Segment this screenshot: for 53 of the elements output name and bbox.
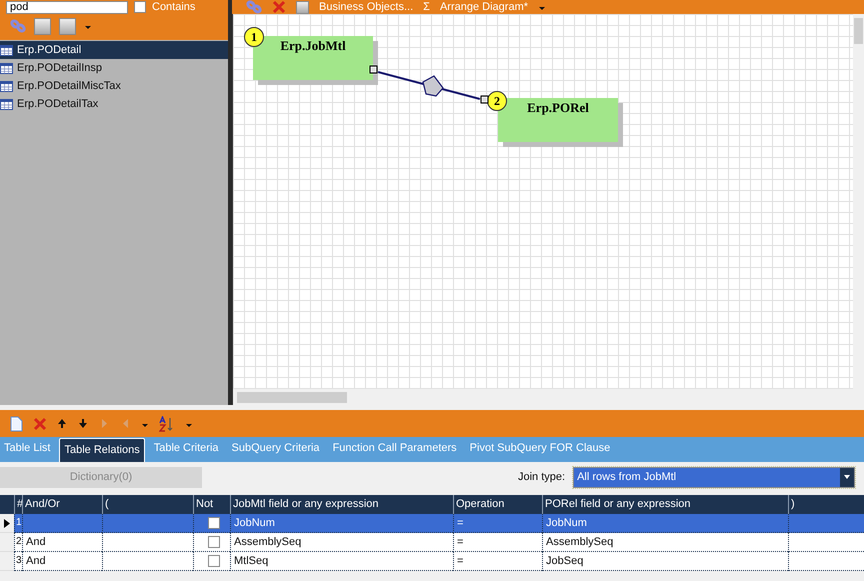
node-title: Erp.JobMtl [280,38,346,54]
table-list-item[interactable]: Erp.PODetailTax [0,95,228,113]
table-cell: JobNum [230,514,453,533]
toolbar-square-icon[interactable] [59,18,76,34]
row-number: 1 [14,514,22,533]
grid-row[interactable]: 1 JobNum = JobNum [0,514,864,533]
table-icon [0,62,13,74]
caret-icon[interactable] [843,474,852,480]
anchor-handle[interactable] [480,96,488,104]
table-list-item[interactable]: Erp.PODetail [0,41,228,59]
number-badge: 2 [487,91,507,111]
contains-checkbox[interactable] [134,1,146,13]
not-checkbox[interactable] [208,536,220,548]
not-checkbox[interactable] [208,555,220,567]
search-field[interactable]: pod [6,0,128,14]
delete-icon[interactable] [272,0,286,14]
join-type-dropdown[interactable]: All rows from JobMtl [573,466,856,488]
toolbar-square-icon[interactable] [34,18,51,34]
node-title: Erp.PORel [527,100,589,116]
arrow-down-icon[interactable] [78,418,89,429]
sort-icon[interactable] [159,416,175,432]
table-icon [0,44,13,56]
table-cell: And [22,533,102,552]
toolbar-square-icon[interactable] [296,0,309,14]
not-checkbox[interactable] [208,517,220,529]
table-icon [0,98,13,110]
table-icon [0,80,13,92]
arrow-up-icon[interactable] [57,418,68,429]
table-cell: = [453,552,542,571]
table-cell: JobNum [542,514,788,533]
table-cell: MtlSeq [230,552,453,571]
number-badge: 1 [244,27,264,47]
table-cell: = [453,514,542,533]
grid-row[interactable]: 3 And MtlSeq = JobSeq [0,552,864,571]
new-document-icon[interactable] [10,416,23,432]
table-cell: AssemblySeq [542,533,788,552]
table-cell: = [453,533,542,552]
table-list-item[interactable]: Erp.PODetailMiscTax [0,77,228,95]
row-number: 3 [14,552,22,571]
anchor-handle[interactable] [370,66,378,74]
join-type-label: Join type: [518,471,566,483]
grid-row[interactable]: 2 And AssemblySeq = AssemblySeq [0,533,864,552]
delete-icon[interactable] [33,416,47,430]
row-number: 2 [14,533,22,552]
join-diamond-icon[interactable] [422,75,444,97]
contains-label: Contains [152,1,196,13]
table-list-item[interactable]: Erp.PODetailInsp [0,59,228,77]
row-pointer-icon [4,518,10,528]
table-cell: AssemblySeq [230,533,453,552]
tab[interactable]: Table Relations [59,438,145,462]
table-node[interactable]: Erp.PORel [498,98,618,142]
table-cell: JobSeq [542,552,788,571]
table-cell: And [22,552,102,571]
